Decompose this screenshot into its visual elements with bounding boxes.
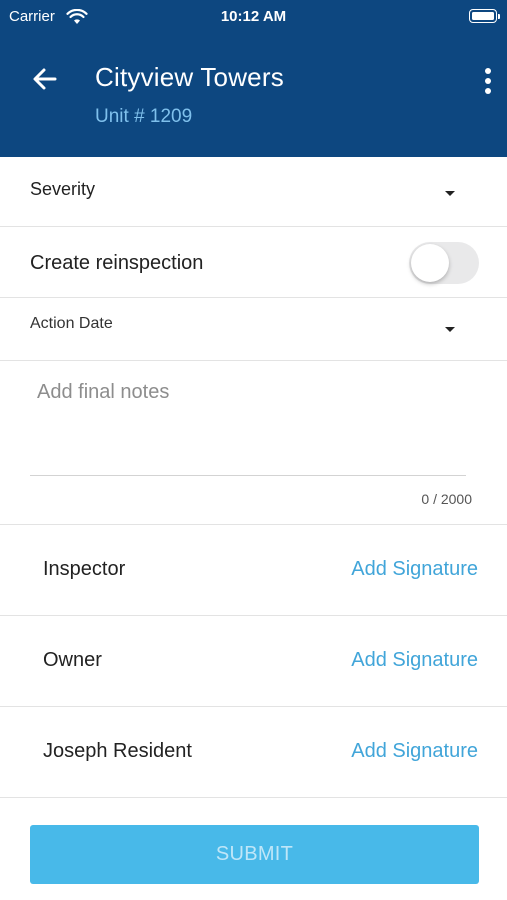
- reinspection-toggle[interactable]: [409, 242, 479, 284]
- toggle-knob: [411, 244, 449, 282]
- add-signature-button[interactable]: Add Signature: [351, 740, 478, 763]
- signature-role-label: Owner: [43, 649, 102, 671]
- more-vertical-icon[interactable]: [479, 66, 497, 96]
- submit-button[interactable]: SUBMIT: [30, 825, 479, 884]
- add-signature-button[interactable]: Add Signature: [351, 558, 478, 581]
- signature-row-resident: Joseph Resident Add Signature: [0, 707, 507, 798]
- app-header: Carrier 10:12 AM Cityview Towers Unit # …: [0, 0, 507, 157]
- final-notes-input[interactable]: [30, 381, 466, 476]
- notes-character-counter: 0 / 2000: [421, 491, 472, 507]
- caret-down-icon: [445, 191, 455, 196]
- severity-dropdown[interactable]: Severity: [0, 157, 507, 227]
- page-title: Cityview Towers: [95, 62, 284, 92]
- action-date-label: Action Date: [30, 315, 113, 332]
- signature-role-label: Inspector: [43, 558, 126, 580]
- signature-role-label: Joseph Resident: [43, 740, 192, 762]
- add-signature-button[interactable]: Add Signature: [351, 649, 478, 672]
- severity-label: Severity: [30, 179, 96, 199]
- caret-down-icon: [445, 327, 455, 332]
- reinspection-label: Create reinspection: [30, 252, 204, 274]
- battery-icon: [469, 9, 500, 23]
- status-time: 10:12 AM: [220, 8, 287, 25]
- notes-section: 0 / 2000: [0, 361, 507, 525]
- signature-row-inspector: Inspector Add Signature: [0, 525, 507, 616]
- unit-subtitle: Unit # 1209: [95, 106, 193, 127]
- status-bar: Carrier 10:12 AM: [0, 0, 507, 34]
- action-date-dropdown[interactable]: Action Date: [0, 298, 507, 361]
- signature-row-owner: Owner Add Signature: [0, 616, 507, 707]
- arrow-left-icon[interactable]: [30, 64, 60, 94]
